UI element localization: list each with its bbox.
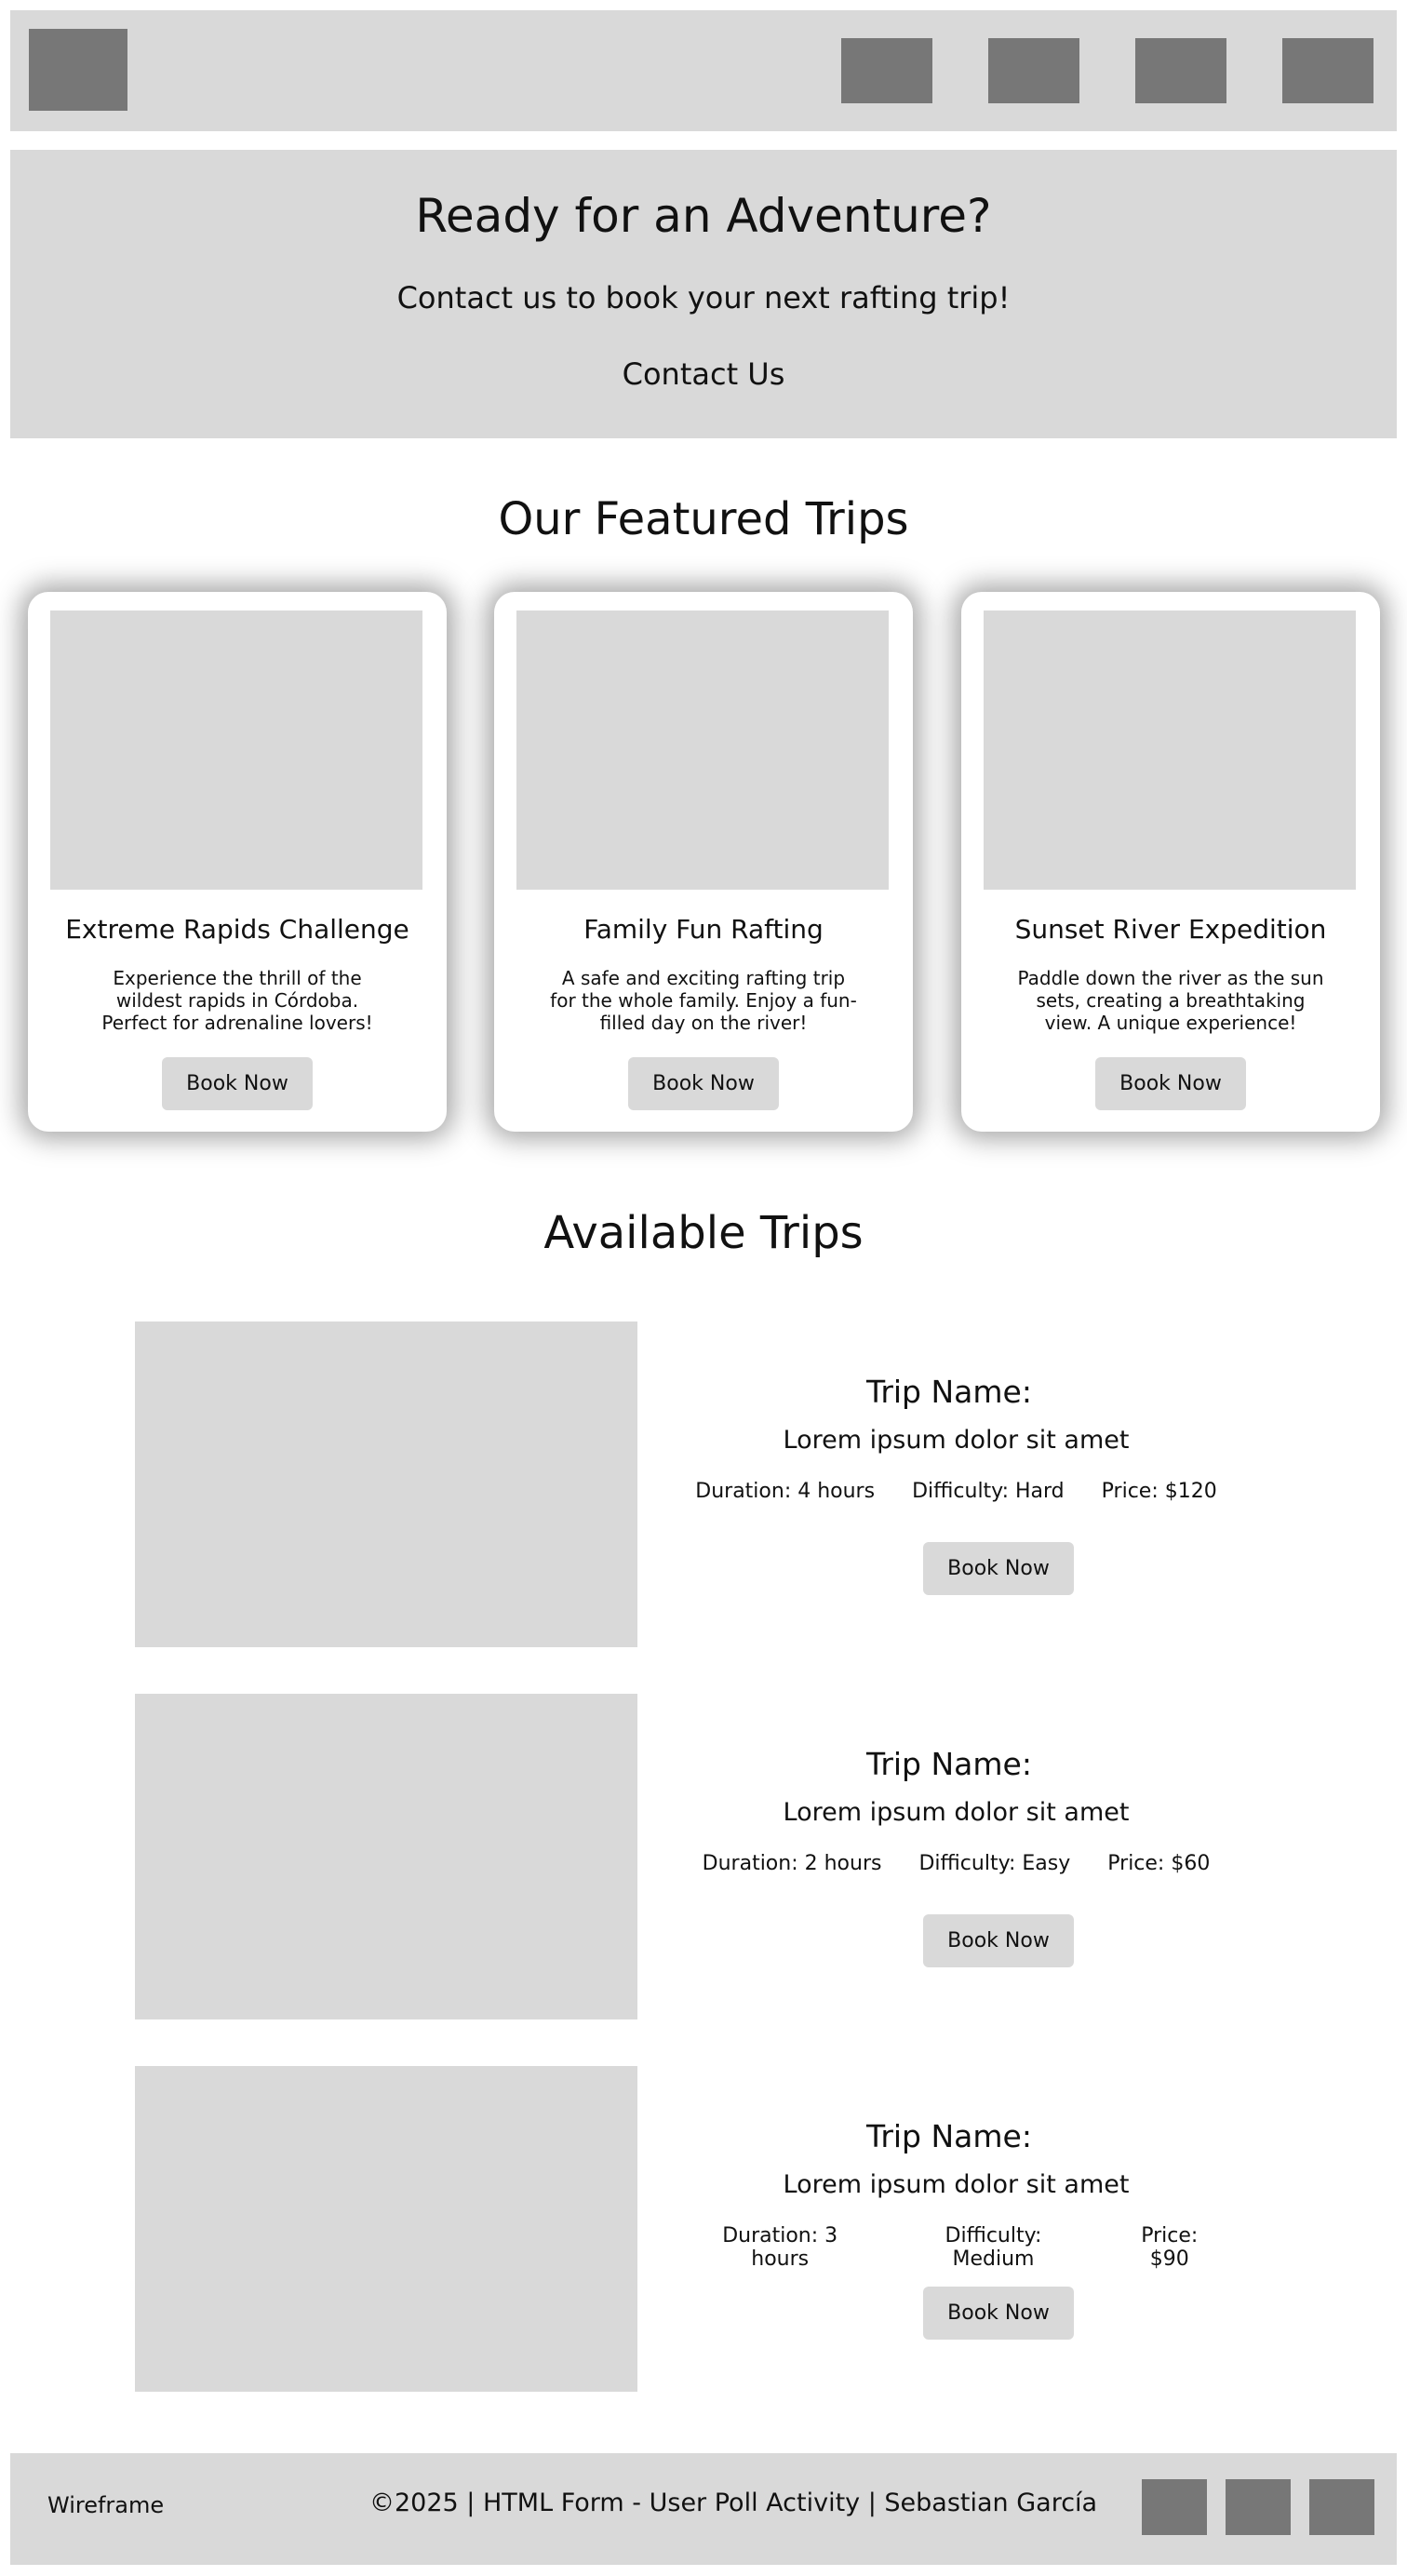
trip-row: Trip Name: Lorem ipsum dolor sit amet Du… — [135, 1322, 1280, 1647]
book-now-button[interactable]: Book Now — [162, 1057, 313, 1110]
trip-name-label: Trip Name: — [866, 2118, 1032, 2154]
trip-row: Trip Name: Lorem ipsum dolor sit amet Du… — [135, 2066, 1280, 2392]
trip-info: Trip Name: Lorem ipsum dolor sit amet Du… — [693, 1322, 1280, 1647]
featured-card: Extreme Rapids Challenge Experience the … — [28, 592, 447, 1132]
trip-price: Price: $90 — [1141, 2224, 1199, 2271]
footer-copyright: ©2025 | HTML Form - User Poll Activity |… — [369, 2489, 1098, 2517]
trip-info: Trip Name: Lorem ipsum dolor sit amet Du… — [693, 2066, 1280, 2392]
trip-row: Trip Name: Lorem ipsum dolor sit amet Du… — [135, 1694, 1280, 2019]
contact-us-link[interactable]: Contact Us — [10, 356, 1397, 392]
trip-description: Lorem ipsum dolor sit amet — [783, 1426, 1130, 1455]
hero-banner: Ready for an Adventure? Contact us to bo… — [10, 150, 1397, 438]
trip-price: Price: $60 — [1107, 1852, 1211, 1875]
trip-difficulty: Difficulty: Hard — [912, 1480, 1065, 1503]
nav-item-3[interactable] — [1135, 38, 1226, 103]
card-description: Paddle down the river as the sun sets, c… — [1017, 967, 1324, 1034]
trip-image-placeholder — [135, 1322, 637, 1647]
card-title: Sunset River Expedition — [1014, 914, 1327, 945]
nav-item-2[interactable] — [988, 38, 1079, 103]
card-image-placeholder — [50, 610, 422, 890]
card-description: Experience the thrill of the wildest rap… — [101, 967, 373, 1034]
trip-image-placeholder — [135, 2066, 637, 2392]
logo-placeholder[interactable] — [29, 29, 127, 111]
trip-duration: Duration: 3 hours — [722, 2224, 838, 2271]
trip-name-label: Trip Name: — [866, 1746, 1032, 1782]
book-now-button[interactable]: Book Now — [923, 1542, 1074, 1595]
card-image-placeholder — [984, 610, 1356, 890]
featured-card: Family Fun Rafting A safe and exciting r… — [494, 592, 913, 1132]
trip-meta: Duration: 4 hours Difficulty: Hard Price… — [693, 1480, 1219, 1503]
card-title: Extreme Rapids Challenge — [65, 914, 409, 945]
trip-info: Trip Name: Lorem ipsum dolor sit amet Du… — [693, 1694, 1280, 2019]
card-description: A safe and exciting rafting trip for the… — [550, 967, 857, 1034]
trip-price: Price: $120 — [1101, 1480, 1217, 1503]
trip-description: Lorem ipsum dolor sit amet — [783, 2170, 1130, 2199]
book-now-button[interactable]: Book Now — [1095, 1057, 1246, 1110]
featured-trips-title: Our Featured Trips — [498, 493, 909, 545]
footer-brand: Wireframe — [47, 2492, 165, 2518]
site-header — [10, 10, 1397, 131]
book-now-button[interactable]: Book Now — [923, 1914, 1074, 1967]
trip-meta: Duration: 2 hours Difficulty: Easy Price… — [693, 1852, 1219, 1875]
available-trips-title: Available Trips — [543, 1207, 864, 1259]
trip-meta: Duration: 3 hours Difficulty: Medium Pri… — [693, 2224, 1219, 2271]
card-image-placeholder — [516, 610, 889, 890]
book-now-button[interactable]: Book Now — [628, 1057, 779, 1110]
trip-duration: Duration: 2 hours — [702, 1852, 882, 1875]
trip-name-label: Trip Name: — [866, 1374, 1032, 1410]
social-icon-1[interactable] — [1142, 2479, 1207, 2535]
social-icon-3[interactable] — [1309, 2479, 1374, 2535]
book-now-button[interactable]: Book Now — [923, 2287, 1074, 2340]
nav-item-1[interactable] — [841, 38, 932, 103]
trip-duration: Duration: 4 hours — [695, 1480, 876, 1503]
trip-image-placeholder — [135, 1694, 637, 2019]
nav-item-4[interactable] — [1282, 38, 1374, 103]
card-title: Family Fun Rafting — [583, 914, 824, 945]
trip-difficulty: Difficulty: Easy — [918, 1852, 1071, 1875]
trip-description: Lorem ipsum dolor sit amet — [783, 1798, 1130, 1827]
trip-difficulty: Difficulty: Medium — [945, 2224, 1042, 2271]
featured-card: Sunset River Expedition Paddle down the … — [961, 592, 1380, 1132]
site-footer: Wireframe ©2025 | HTML Form - User Poll … — [10, 2453, 1397, 2565]
social-icon-2[interactable] — [1226, 2479, 1291, 2535]
hero-subtitle: Contact us to book your next rafting tri… — [396, 280, 1011, 315]
hero-title: Ready for an Adventure? — [415, 189, 992, 243]
